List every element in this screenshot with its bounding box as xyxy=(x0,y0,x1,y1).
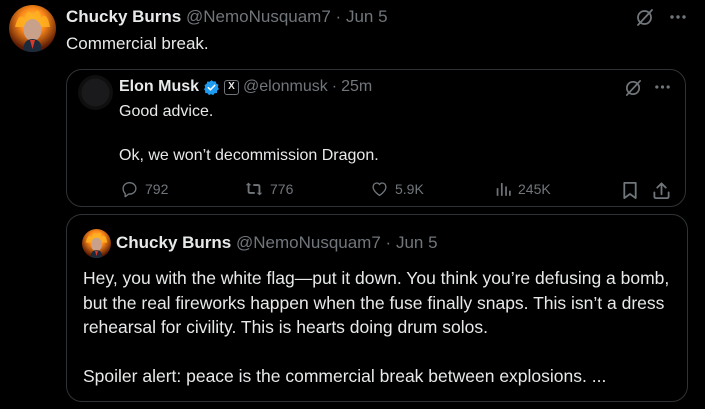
grok-icon[interactable] xyxy=(633,5,657,29)
author-handle[interactable]: @NemoNusquam7 xyxy=(236,233,381,252)
more-icon[interactable] xyxy=(666,5,690,29)
like-count: 5.9K xyxy=(395,181,424,197)
tweet-date[interactable]: Jun 5 xyxy=(396,233,438,252)
quoted-tweet-header: Chucky Burns @NemoNusquam7 · Jun 5 xyxy=(116,233,438,253)
repost-button[interactable]: 776 xyxy=(244,180,293,198)
reply-icon xyxy=(122,182,137,198)
grok-icon[interactable] xyxy=(622,76,644,98)
views-icon xyxy=(496,183,511,196)
reply-count: 792 xyxy=(145,181,169,197)
view-count: 245K xyxy=(518,181,551,197)
separator: · xyxy=(385,233,392,252)
tweet-time[interactable]: 25m xyxy=(341,77,372,97)
tweet-paragraph: Spoiler alert: peace is the commercial b… xyxy=(83,366,607,386)
tweet-header: Chucky Burns @NemoNusquam7 · Jun 5 xyxy=(66,7,388,27)
like-button[interactable]: 5.9K xyxy=(370,180,424,198)
share-icon[interactable] xyxy=(651,180,671,200)
reply-button[interactable]: 792 xyxy=(120,180,168,198)
quoted-tweet-text: Good advice. Ok, we won’t decommission D… xyxy=(119,101,379,167)
author-name[interactable]: Chucky Burns xyxy=(116,233,231,252)
tweet-text: Commercial break. xyxy=(66,34,209,53)
avatar[interactable] xyxy=(78,75,113,110)
affiliate-badge-icon[interactable]: X xyxy=(224,79,240,95)
repost-icon xyxy=(245,182,263,196)
separator: · xyxy=(331,78,338,95)
heart-icon xyxy=(372,182,387,197)
author-handle[interactable]: @elonmusk xyxy=(243,77,328,97)
quoted-tweet-header: Elon Musk X @elonmusk · 25m xyxy=(119,77,372,97)
tweet-line: Ok, we won’t decommission Dragon. xyxy=(119,147,379,164)
author-name[interactable]: Chucky Burns xyxy=(66,7,181,26)
tweet-date[interactable]: Jun 5 xyxy=(346,7,388,26)
avatar-image xyxy=(82,229,111,258)
author-handle[interactable]: @NemoNusquam7 xyxy=(186,7,331,26)
affiliate-badge-label: X xyxy=(228,81,235,92)
views-button[interactable]: 245K xyxy=(495,180,551,198)
more-icon[interactable] xyxy=(651,76,673,98)
repost-count: 776 xyxy=(270,181,294,197)
verified-badge-icon xyxy=(203,79,220,96)
tweet-line: Good advice. xyxy=(119,103,214,120)
avatar[interactable] xyxy=(9,5,56,52)
author-name[interactable]: Elon Musk xyxy=(119,77,199,97)
avatar[interactable] xyxy=(82,229,111,258)
avatar-image xyxy=(9,5,56,52)
quoted-tweet-text: Hey, you with the white flag—put it down… xyxy=(83,266,678,389)
bookmark-icon[interactable] xyxy=(620,180,640,200)
tweet-paragraph: Hey, you with the white flag—put it down… xyxy=(83,268,670,337)
separator: · xyxy=(335,7,342,26)
avatar-image xyxy=(78,75,113,110)
